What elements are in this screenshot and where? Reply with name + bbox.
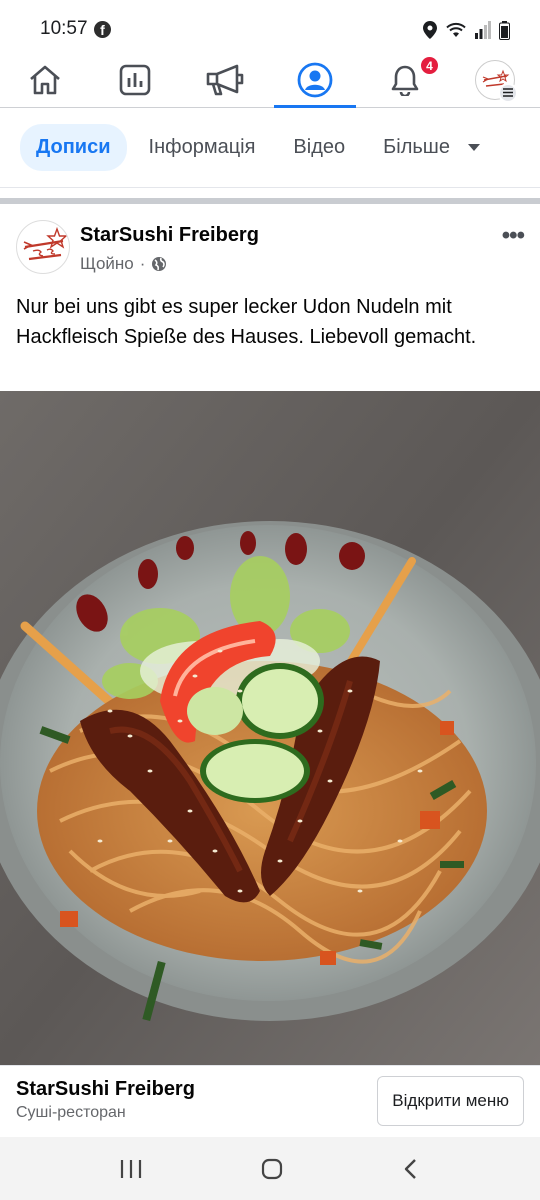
menu-avatar-icon: [475, 59, 518, 103]
tab-video[interactable]: Відео: [277, 124, 361, 171]
tab-more[interactable]: Більше: [367, 124, 496, 171]
page-avatar[interactable]: [16, 220, 70, 274]
menu-lines-icon: [498, 82, 518, 103]
card-category: Суші-ресторан: [16, 1104, 126, 1121]
top-navigation: 4: [0, 52, 540, 108]
open-menu-button[interactable]: Відкрити меню: [377, 1076, 524, 1126]
signal-icon: [475, 21, 491, 39]
location-icon: [423, 21, 437, 39]
post-meta: Щойно ·: [80, 254, 167, 274]
nav-profile[interactable]: [270, 52, 360, 108]
nav-ads[interactable]: [180, 52, 270, 107]
page-info-card: StarSushi Freiberg Суші-ресторан Відкрит…: [0, 1065, 540, 1137]
card-page-name[interactable]: StarSushi Freiberg: [16, 1078, 195, 1101]
tab-info[interactable]: Інформація: [133, 124, 272, 171]
home-icon: [30, 65, 60, 94]
wifi-icon: [446, 22, 466, 37]
back-icon[interactable]: [401, 1157, 421, 1181]
facebook-notification-icon: f: [94, 21, 111, 38]
section-divider: [0, 198, 540, 204]
bell-icon: [391, 65, 419, 96]
post-page-name[interactable]: StarSushi Freiberg: [80, 224, 259, 247]
notification-badge: 4: [420, 56, 439, 75]
globe-icon: [152, 257, 167, 271]
post-photo[interactable]: [0, 391, 540, 1065]
system-navigation-bar: [0, 1137, 540, 1200]
caret-down-icon: [467, 144, 480, 151]
nav-pages[interactable]: [90, 52, 180, 107]
nav-home[interactable]: [0, 52, 90, 107]
status-time: 10:57: [40, 18, 88, 39]
pages-icon: [119, 64, 151, 95]
status-icons: [423, 18, 510, 42]
page-tabs: Дописи Інформація Відео Більше: [0, 108, 540, 188]
tab-posts[interactable]: Дописи: [20, 124, 127, 171]
status-bar: 10:57 f: [0, 0, 540, 56]
post-header: StarSushi Freiberg Щойно · •••: [0, 206, 540, 286]
post-time[interactable]: Щойно: [80, 254, 134, 274]
megaphone-icon: [206, 64, 244, 95]
nav-menu[interactable]: [450, 52, 540, 107]
battery-icon: [499, 20, 510, 40]
post-text: Nur bei uns gibt es super lecker Udon Nu…: [16, 296, 477, 348]
starsushi-logo-icon: [23, 226, 68, 261]
meta-separator: ·: [139, 254, 146, 273]
home-button-icon[interactable]: [260, 1157, 284, 1181]
tab-more-label: Більше: [383, 136, 450, 158]
more-options-icon[interactable]: •••: [502, 222, 525, 250]
nav-notifications[interactable]: 4: [360, 52, 450, 107]
profile-icon: [297, 62, 333, 97]
recent-apps-icon[interactable]: [119, 1158, 143, 1180]
food-photo: [0, 391, 540, 1065]
